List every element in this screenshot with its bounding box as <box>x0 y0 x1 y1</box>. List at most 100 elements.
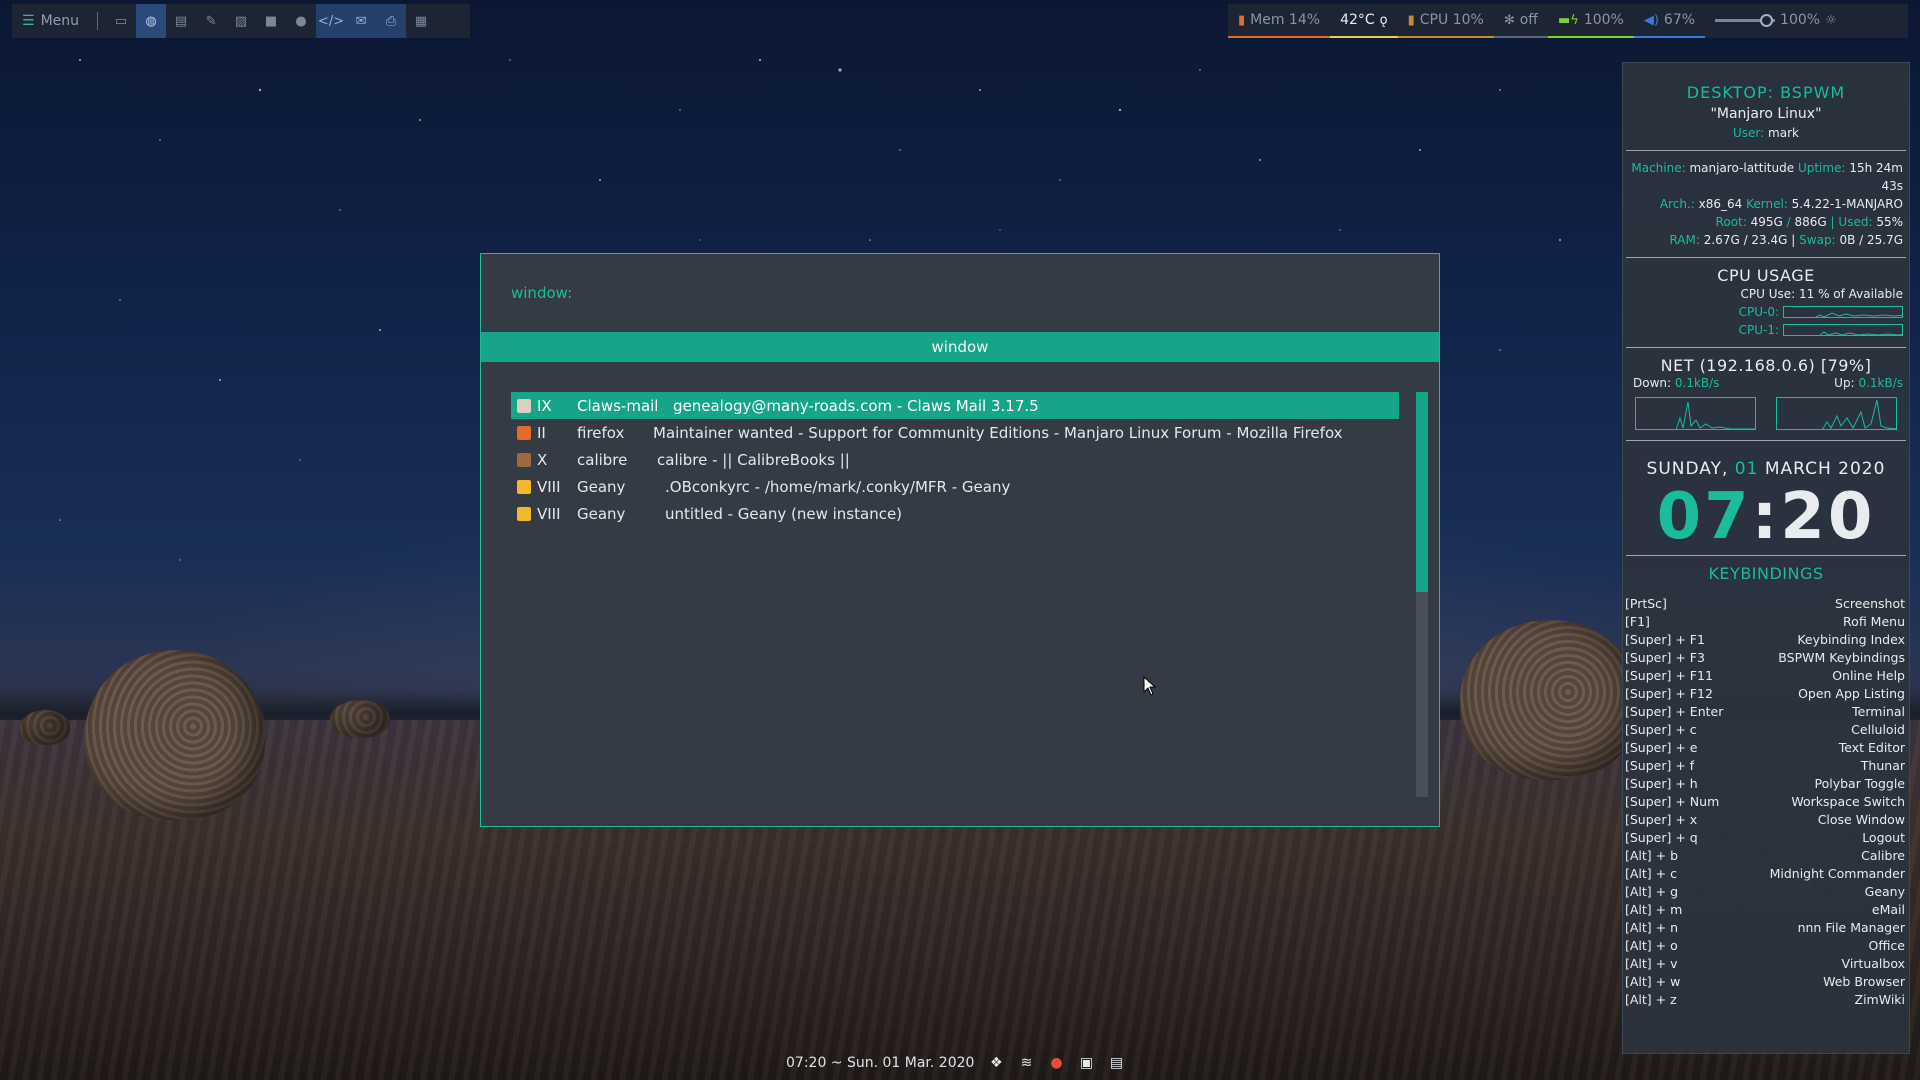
kernel-label: Kernel: <box>1746 197 1788 211</box>
keybinding-row: [Alt] + v Virtualbox <box>1625 955 1905 973</box>
video-icon[interactable]: ■ <box>256 4 286 38</box>
key-action: Open App Listing <box>1798 686 1905 701</box>
keybinding-row: [Super] + q Logout <box>1625 829 1905 847</box>
cpu0-label: CPU-0: <box>1738 305 1779 319</box>
key-action: Workspace Switch <box>1791 794 1905 809</box>
brightness-module[interactable]: 100% ☼ <box>1705 4 1847 38</box>
datetime[interactable]: 07:20 ~ Sun. 01 Mar. 2020 <box>786 1055 974 1071</box>
fan-module[interactable]: ✻ off <box>1493 4 1548 38</box>
hay-bale <box>20 710 70 745</box>
slider-knob[interactable] <box>1760 13 1774 27</box>
key-combo: [Alt] + b <box>1625 848 1679 863</box>
key-action: ZimWiki <box>1854 992 1905 1007</box>
divider <box>1626 347 1906 348</box>
user-label: User: <box>1733 126 1765 140</box>
rofi-scrollbar[interactable] <box>1416 392 1428 797</box>
dropbox-icon[interactable]: ❖ <box>988 1055 1004 1071</box>
keybinding-row: [Super] + F3 BSPWM Keybindings <box>1625 649 1905 667</box>
sun-icon: ☼ <box>1825 12 1837 28</box>
window-class: Geany <box>577 477 626 496</box>
file-icon[interactable]: ▤ <box>166 4 196 38</box>
key-combo: [Alt] + o <box>1625 938 1678 953</box>
key-combo: [Alt] + m <box>1625 902 1683 917</box>
key-action: Office <box>1868 938 1906 953</box>
mail-icon[interactable]: ✉ <box>346 4 377 38</box>
key-action: Virtualbox <box>1841 956 1905 971</box>
key-action: Keybinding Index <box>1797 632 1905 647</box>
window-title: Maintainer wanted - Support for Communit… <box>653 423 1343 442</box>
key-action: Online Help <box>1832 668 1905 683</box>
hay-bale <box>85 650 265 820</box>
drive-icon[interactable]: ▣ <box>1078 1055 1094 1071</box>
scrollbar-thumb[interactable] <box>1416 392 1428 592</box>
menu-button[interactable]: ☰ Menu <box>12 4 89 38</box>
brightness-slider[interactable] <box>1715 13 1776 27</box>
up-label: Up: <box>1834 376 1855 390</box>
key-action: Text Editor <box>1838 740 1905 755</box>
cpu1-label: CPU-1: <box>1738 323 1779 337</box>
battery-module[interactable]: ▬ϟ 100% <box>1547 4 1634 38</box>
clock: 07:20 <box>1623 479 1909 555</box>
key-action: Logout <box>1862 830 1905 845</box>
clipboard-icon[interactable]: ▤ <box>1108 1055 1124 1071</box>
cpu1-graph <box>1783 324 1903 336</box>
down-line: Down: 0.1kB/s <box>1633 375 1719 391</box>
code-icon[interactable]: </> <box>316 4 347 38</box>
cpu-usage-title: CPU USAGE <box>1717 266 1815 285</box>
image-icon[interactable]: ▨ <box>226 4 256 38</box>
grid-icon[interactable]: ▦ <box>406 4 436 38</box>
keybinding-row: [Alt] + g Geany <box>1625 883 1905 901</box>
rofi-row[interactable]: II firefox Maintainer wanted - Support for… <box>511 419 1399 446</box>
wifi-icon[interactable]: ≋ <box>1018 1055 1034 1071</box>
key-action: Celluloid <box>1851 722 1905 737</box>
volume-value: 67% <box>1663 12 1696 28</box>
terminal-icon[interactable]: ▭ <box>106 4 136 38</box>
printer-icon[interactable]: ⎙ <box>376 4 407 38</box>
divider <box>1626 257 1906 258</box>
edit-icon[interactable]: ✎ <box>196 4 226 38</box>
cpu-module[interactable]: ▮ CPU 10% <box>1397 4 1494 38</box>
up-value: 0.1kB/s <box>1858 376 1903 390</box>
rofi-row[interactable]: IX Claws-mail genealogy@many-roads.com - C… <box>511 392 1399 419</box>
app-icon <box>517 452 531 467</box>
window-title: .OBconkyrc - /home/mark/.conky/MFR - Gea… <box>665 477 1011 496</box>
volume-module[interactable]: ◀) 67% <box>1633 4 1706 38</box>
memory-module[interactable]: ▮ Mem 14% <box>1228 4 1331 38</box>
rofi-mode-button[interactable]: window <box>481 332 1439 362</box>
key-combo: [Super] + Num <box>1625 794 1720 809</box>
mouse-pointer-icon <box>1143 676 1157 696</box>
keybinding-row: [Super] + x Close Window <box>1625 811 1905 829</box>
desktop-title: DESKTOP: BSPWM <box>1686 83 1846 102</box>
rofi-row[interactable]: Xcalibre calibre - || CalibreBooks || <box>511 446 1399 473</box>
window-class: firefox <box>577 423 625 442</box>
uptime-value: 15h 24m 43s <box>1849 161 1903 193</box>
memory-value: Mem 14% <box>1250 12 1321 28</box>
keybinding-row: [Super] + c Celluloid <box>1625 721 1905 739</box>
workspace-label: II <box>537 423 546 442</box>
chat-icon[interactable]: ● <box>1048 1055 1064 1071</box>
keybinding-row: [Super] + e Text Editor <box>1625 739 1905 757</box>
mic-icon[interactable]: ● <box>286 4 316 38</box>
rofi-row[interactable]: VIII Geany .OBconkyrc - /home/mark/.conky/… <box>511 473 1399 500</box>
root-line: Root: 495G / 886G | Used: 55% <box>1623 213 1909 231</box>
arch-label: Arch.: <box>1659 197 1695 211</box>
key-combo: [Super] + x <box>1625 812 1698 827</box>
speaker-icon: ◀) <box>1643 12 1659 28</box>
up-line: Up: 0.1kB/s <box>1834 375 1903 391</box>
rofi-prompt[interactable]: window: <box>511 284 572 302</box>
distro-name: "Manjaro Linux" <box>1710 106 1822 122</box>
rofi-row[interactable]: VIII Geany untitled - Geany (new instance) <box>511 500 1399 527</box>
globe-icon[interactable]: ◍ <box>136 4 167 38</box>
key-action: Thunar <box>1860 758 1905 773</box>
key-combo: [Super] + Enter <box>1625 704 1724 719</box>
keybinding-row: [Alt] + b Calibre <box>1625 847 1905 865</box>
hay-bale <box>330 700 390 738</box>
key-action: Rofi Menu <box>1843 614 1905 629</box>
divider <box>1626 440 1906 441</box>
temperature-module[interactable]: 42°C ǫ <box>1330 4 1398 38</box>
keybinding-row: [PrtSc] Screenshot <box>1625 595 1905 613</box>
brightness-value: 100% <box>1780 12 1821 28</box>
workspace-label: VIII <box>537 504 561 523</box>
keybindings-title: KEYBINDINGS <box>1708 564 1824 583</box>
key-combo: [Alt] + v <box>1625 956 1678 971</box>
